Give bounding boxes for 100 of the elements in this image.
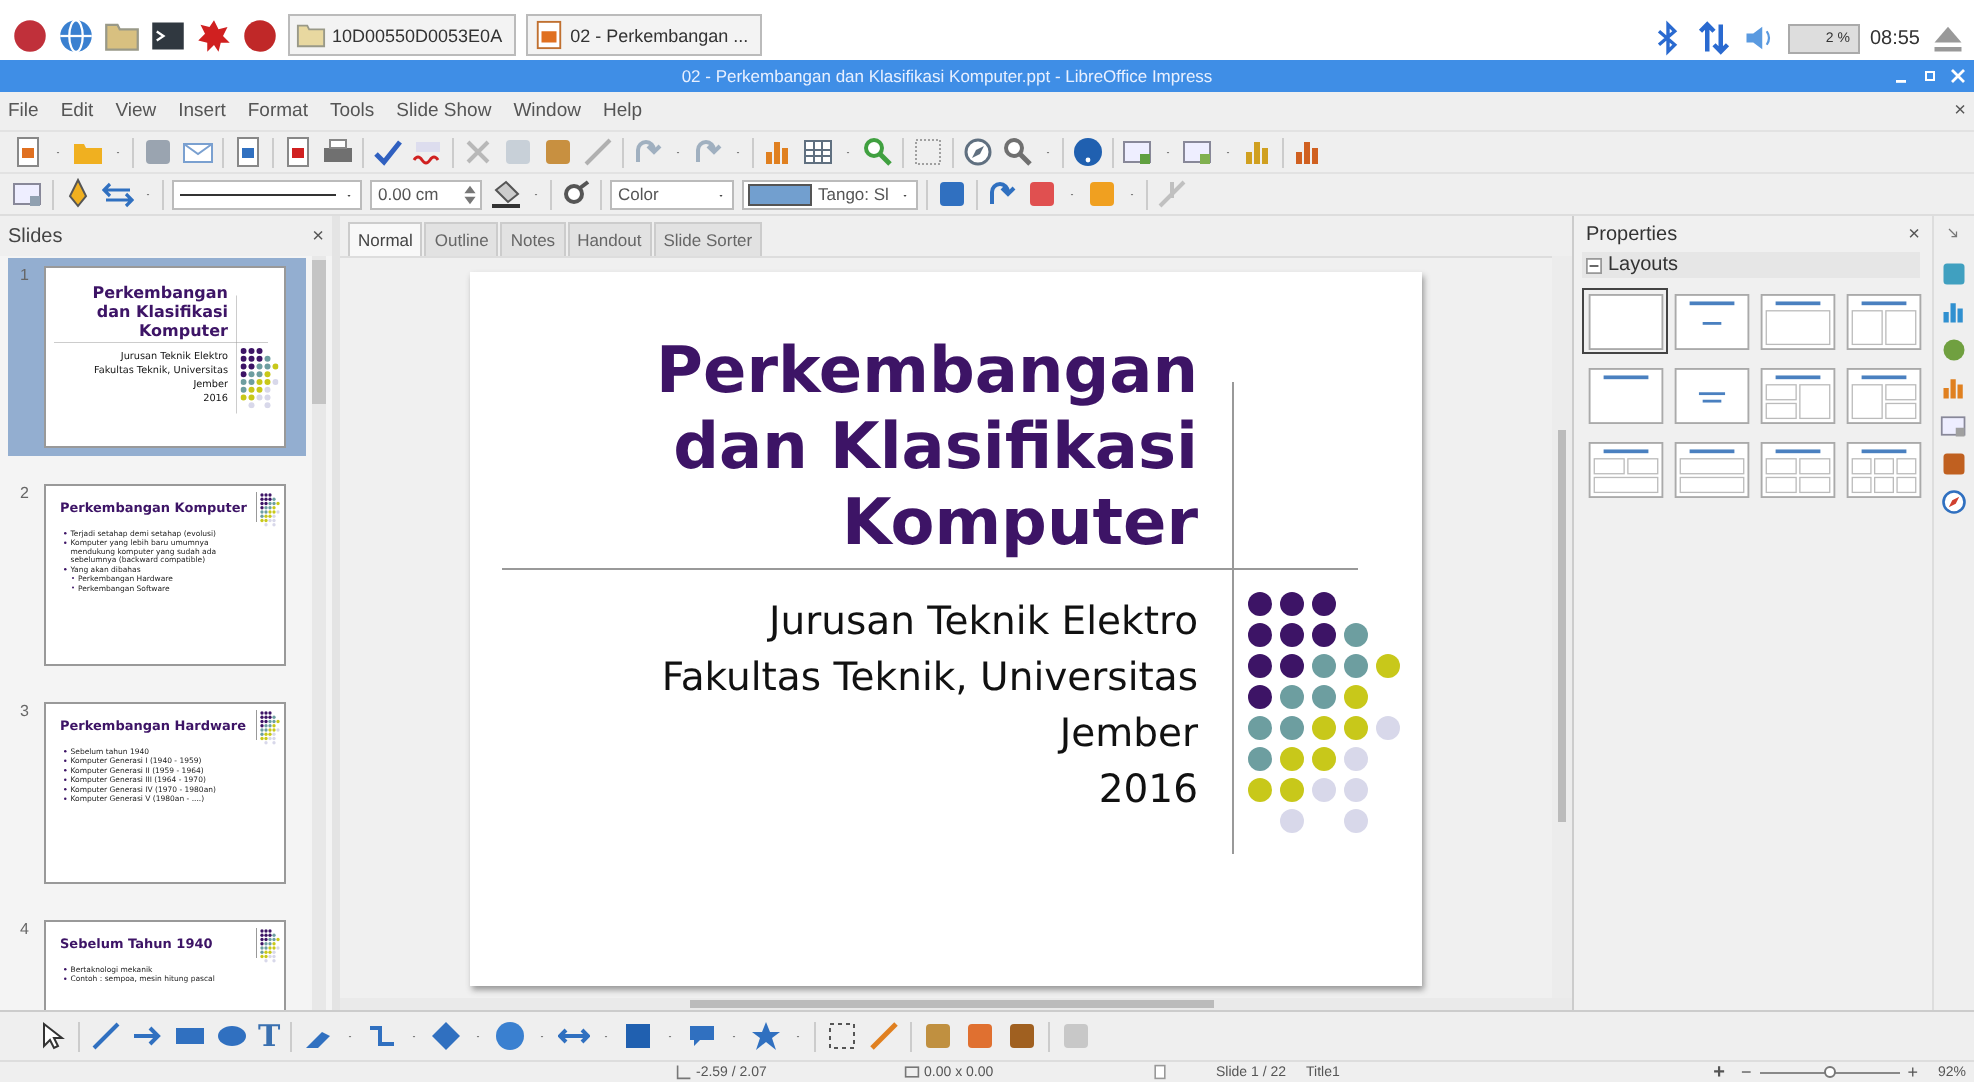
layout-option[interactable] (1582, 288, 1668, 354)
menu-item[interactable]: Help (602, 100, 643, 122)
view-tab[interactable]: Handout (567, 222, 652, 256)
select-mode-icon[interactable] (12, 178, 44, 210)
spelling-underline-icon[interactable] (412, 136, 444, 168)
taskbar-button[interactable]: 10D00550D0053E0A (288, 14, 517, 56)
scrollbar[interactable] (312, 256, 326, 1010)
compass-icon[interactable] (962, 136, 994, 168)
align-icon[interactable] (1026, 178, 1058, 210)
dot-pattern-drawing (260, 493, 280, 528)
line-width-field[interactable]: 0.00 cm (370, 179, 482, 209)
area-color-dropdown[interactable]: Tango: Sl (742, 179, 918, 209)
save-icon[interactable] (142, 136, 174, 168)
view-tab[interactable]: Normal (348, 222, 423, 256)
grid-icon[interactable] (912, 136, 944, 168)
menu-item[interactable]: Tools (329, 100, 375, 122)
menu-item[interactable]: Insert (178, 100, 226, 122)
clock[interactable]: 08:55 (1869, 27, 1920, 49)
view-tab[interactable]: Notes (500, 222, 566, 256)
slide-number: 2 (20, 484, 31, 506)
slide-layout-icon[interactable] (1182, 136, 1214, 168)
master-slides-icon[interactable] (1940, 450, 1968, 478)
clipboard-icon[interactable] (542, 136, 574, 168)
ellipse-icon[interactable] (216, 1020, 248, 1052)
points-icon[interactable] (826, 1020, 859, 1052)
zoom-slider-thumb[interactable] (1823, 1065, 1836, 1077)
size-icon (904, 1064, 920, 1080)
new-slide-icon[interactable] (1122, 136, 1154, 168)
styles-icon[interactable] (1940, 298, 1968, 326)
find-icon[interactable] (1002, 136, 1034, 168)
presentation-icon[interactable] (1292, 136, 1324, 168)
pdf-document-icon[interactable] (282, 136, 314, 168)
menu-item[interactable]: Slide Show (396, 100, 492, 122)
gear-icon[interactable] (196, 17, 232, 53)
area-style-dropdown[interactable]: Color (610, 179, 734, 209)
paint-bucket-icon[interactable] (490, 178, 522, 210)
menu-item[interactable]: Edit (60, 100, 94, 122)
taskbar-button[interactable]: 02 - Perkembangan ... (526, 14, 763, 56)
transition-icon[interactable] (1940, 412, 1968, 440)
arrange-icon[interactable] (1086, 178, 1118, 210)
slide-canvas[interactable]: Perkembangan dan Klasifikasi Komputer Jurusan Teknik Elektro Fakultas Teknik, Universitas Jember 2016 (470, 272, 1422, 986)
raspberry-icon[interactable] (12, 17, 48, 53)
diamond-icon[interactable] (430, 1020, 463, 1052)
new-document-icon[interactable] (12, 136, 44, 168)
text-tool-button[interactable]: T (258, 1018, 281, 1054)
frame-icon[interactable] (1006, 1020, 1039, 1052)
zoom-out-button[interactable]: − (1740, 1062, 1752, 1082)
view-tab[interactable]: Outline (424, 222, 499, 256)
box-icon[interactable] (936, 178, 968, 210)
fontwork-icon[interactable] (922, 1020, 955, 1052)
rotate-icon[interactable] (986, 178, 1018, 210)
flowchart-icon[interactable] (622, 1020, 655, 1052)
callout-icon[interactable] (686, 1020, 719, 1052)
magnifier-icon[interactable] (862, 136, 894, 168)
menu-item[interactable]: Window (513, 100, 581, 122)
redo-icon[interactable] (692, 136, 724, 168)
spin-arrows-icon[interactable] (462, 181, 478, 207)
image-icon[interactable] (964, 1020, 997, 1052)
zoom-in-button[interactable]: + (1907, 1062, 1918, 1082)
close-document-button[interactable]: × (1954, 100, 1966, 122)
table-icon[interactable] (802, 136, 834, 168)
slide-title: Perkembangan dan Klasifikasi Komputer (92, 283, 228, 340)
properties-icon[interactable] (1940, 260, 1968, 288)
gallery-icon[interactable] (1940, 336, 1968, 364)
menu-item[interactable]: File (8, 100, 39, 122)
slide-number: 3 (20, 702, 31, 724)
animation-icon[interactable] (1940, 374, 1968, 402)
close-panel-button[interactable]: × (1908, 223, 1920, 245)
star-icon[interactable] (750, 1020, 783, 1052)
edit-document-icon[interactable] (232, 136, 264, 168)
spellcheck-icon[interactable] (372, 136, 404, 168)
zoom-fit-button[interactable]: + (1713, 1061, 1725, 1082)
navigator-icon[interactable] (1940, 488, 1968, 516)
maximize-icon[interactable] (1922, 68, 1938, 84)
brush-icon[interactable] (582, 136, 614, 168)
arrows-icon[interactable] (102, 178, 134, 210)
help-icon[interactable] (1072, 136, 1104, 168)
connector-icon[interactable] (366, 1020, 399, 1052)
close-icon[interactable] (1950, 68, 1966, 84)
globe-icon[interactable] (58, 17, 94, 53)
smiley-icon[interactable] (494, 1020, 527, 1052)
line-style-dropdown[interactable] (172, 179, 362, 209)
folder-icon (296, 20, 326, 50)
network-arrows-icon[interactable] (1695, 20, 1732, 56)
line-icon[interactable] (90, 1020, 122, 1052)
bar-chart-icon[interactable] (762, 136, 794, 168)
close-panel-button[interactable]: × (312, 225, 324, 247)
section-header[interactable]: Layouts (1582, 252, 1920, 278)
app-logo-icon[interactable] (242, 17, 278, 53)
menu-item[interactable]: Format (247, 100, 308, 122)
slide-display-icon[interactable] (1242, 136, 1274, 168)
scissors-icon[interactable] (462, 136, 494, 168)
terminal-icon[interactable] (150, 17, 186, 53)
scrollbar[interactable] (340, 998, 1572, 1010)
glue-pen-icon[interactable] (868, 1020, 901, 1052)
menu-item[interactable]: View (115, 100, 157, 122)
view-tab[interactable]: Slide Sorter (653, 222, 763, 256)
printer-icon[interactable] (322, 136, 354, 168)
undo-icon[interactable] (632, 136, 664, 168)
shadow-icon[interactable] (560, 178, 592, 210)
